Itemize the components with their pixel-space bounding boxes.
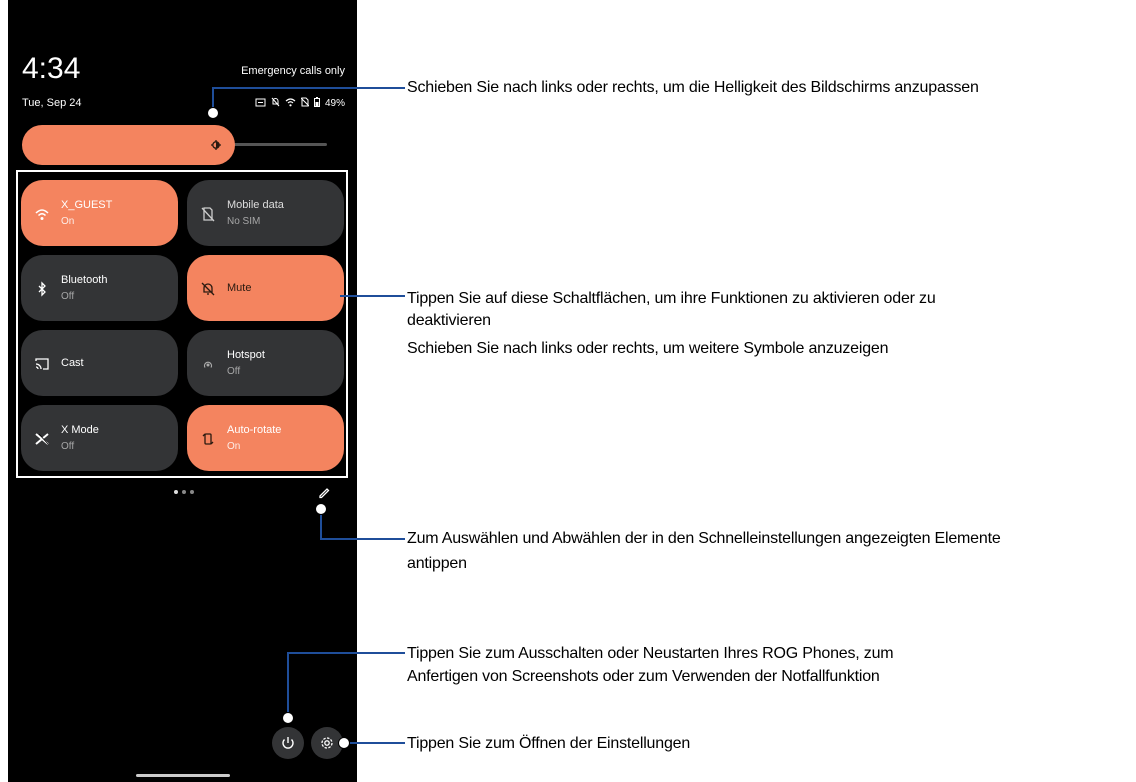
tile-cast[interactable]: Cast (21, 330, 178, 396)
tile-label: Cast (61, 357, 84, 369)
tile-state: On (61, 216, 75, 227)
tile-label: X_GUEST (61, 199, 113, 211)
tile-label: Auto-rotate (227, 424, 282, 436)
tile-wifi[interactable]: X_GUEST On (21, 180, 178, 246)
callout-marker (338, 737, 350, 749)
annotation-power-2: Anfertigen von Screenshots oder zum Verw… (407, 668, 880, 685)
status-icons: 49% (255, 97, 345, 110)
callout-line (345, 742, 405, 744)
brightness-icon (210, 138, 222, 150)
tile-state: Off (227, 366, 241, 377)
callout-marker (207, 107, 219, 119)
tile-mute[interactable]: Mute (187, 255, 344, 321)
wifi-status-icon (285, 97, 296, 110)
power-button[interactable] (272, 727, 304, 759)
network-status: Emergency calls only (241, 65, 345, 77)
power-icon (282, 737, 294, 749)
clock-time: 4:34 (22, 52, 81, 85)
callout-line (320, 538, 405, 540)
bluetooth-icon (34, 281, 50, 297)
auto-rotate-icon (200, 431, 216, 447)
wifi-icon (34, 206, 50, 222)
no-sim-status-icon (300, 97, 310, 110)
tile-label: Mute (227, 282, 252, 294)
page-dot (190, 490, 194, 494)
tile-auto-rotate[interactable]: Auto-rotate On (187, 405, 344, 471)
brightness-slider[interactable] (22, 125, 235, 165)
callout-marker (315, 503, 327, 515)
page-dot (182, 490, 186, 494)
tile-state: Off (61, 291, 75, 302)
tile-state: Off (61, 441, 75, 452)
annotation-settings: Tippen Sie zum Öffnen der Einstellungen (407, 735, 691, 752)
callout-marker (282, 712, 294, 724)
annotation-tiles-2: deaktivieren (407, 312, 491, 329)
tile-state: No SIM (227, 216, 261, 227)
x-mode-icon (34, 431, 50, 447)
mute-status-icon (271, 97, 280, 110)
home-indicator[interactable] (136, 774, 230, 777)
clock-date: Tue, Sep 24 (22, 97, 82, 109)
tile-mobile-data[interactable]: Mobile data No SIM (187, 180, 344, 246)
callout-line (320, 512, 322, 539)
annotation-tiles-3: Schieben Sie nach links oder rechts, um … (407, 340, 889, 357)
page-indicator (174, 490, 194, 494)
mute-bell-icon (200, 281, 216, 297)
battery-icon (313, 97, 320, 110)
callout-line (287, 652, 289, 714)
cast-icon (34, 356, 50, 372)
annotation-tiles-1: Tippen Sie auf diese Schaltflächen, um i… (407, 290, 936, 307)
tile-label: Mobile data (227, 199, 284, 211)
phone-screen: 4:34 Tue, Sep 24 Emergency calls only 49… (8, 0, 357, 782)
battery-percent: 49% (324, 98, 345, 109)
vibrate-icon (255, 98, 266, 110)
annotation-edit-1: Zum Auswählen und Abwählen der in den Sc… (407, 530, 1001, 547)
page-dot (174, 490, 178, 494)
annotation-brightness: Schieben Sie nach links oder rechts, um … (407, 79, 979, 96)
tile-label: X Mode (61, 424, 99, 436)
tile-label: Bluetooth (61, 274, 108, 286)
callout-line (212, 87, 405, 89)
edit-pencil-icon[interactable] (317, 485, 331, 499)
hotspot-icon (200, 356, 216, 372)
callout-line (287, 652, 405, 654)
tile-state: On (227, 441, 241, 452)
annotation-edit-2: antippen (407, 555, 467, 572)
annotation-power-1: Tippen Sie zum Ausschalten oder Neustart… (407, 645, 894, 662)
tile-label: Hotspot (227, 349, 265, 361)
tile-hotspot[interactable]: Hotspot Off (187, 330, 344, 396)
tile-bluetooth[interactable]: Bluetooth Off (21, 255, 178, 321)
callout-line (340, 295, 405, 297)
tile-x-mode[interactable]: X Mode Off (21, 405, 178, 471)
no-sim-icon (200, 206, 216, 222)
